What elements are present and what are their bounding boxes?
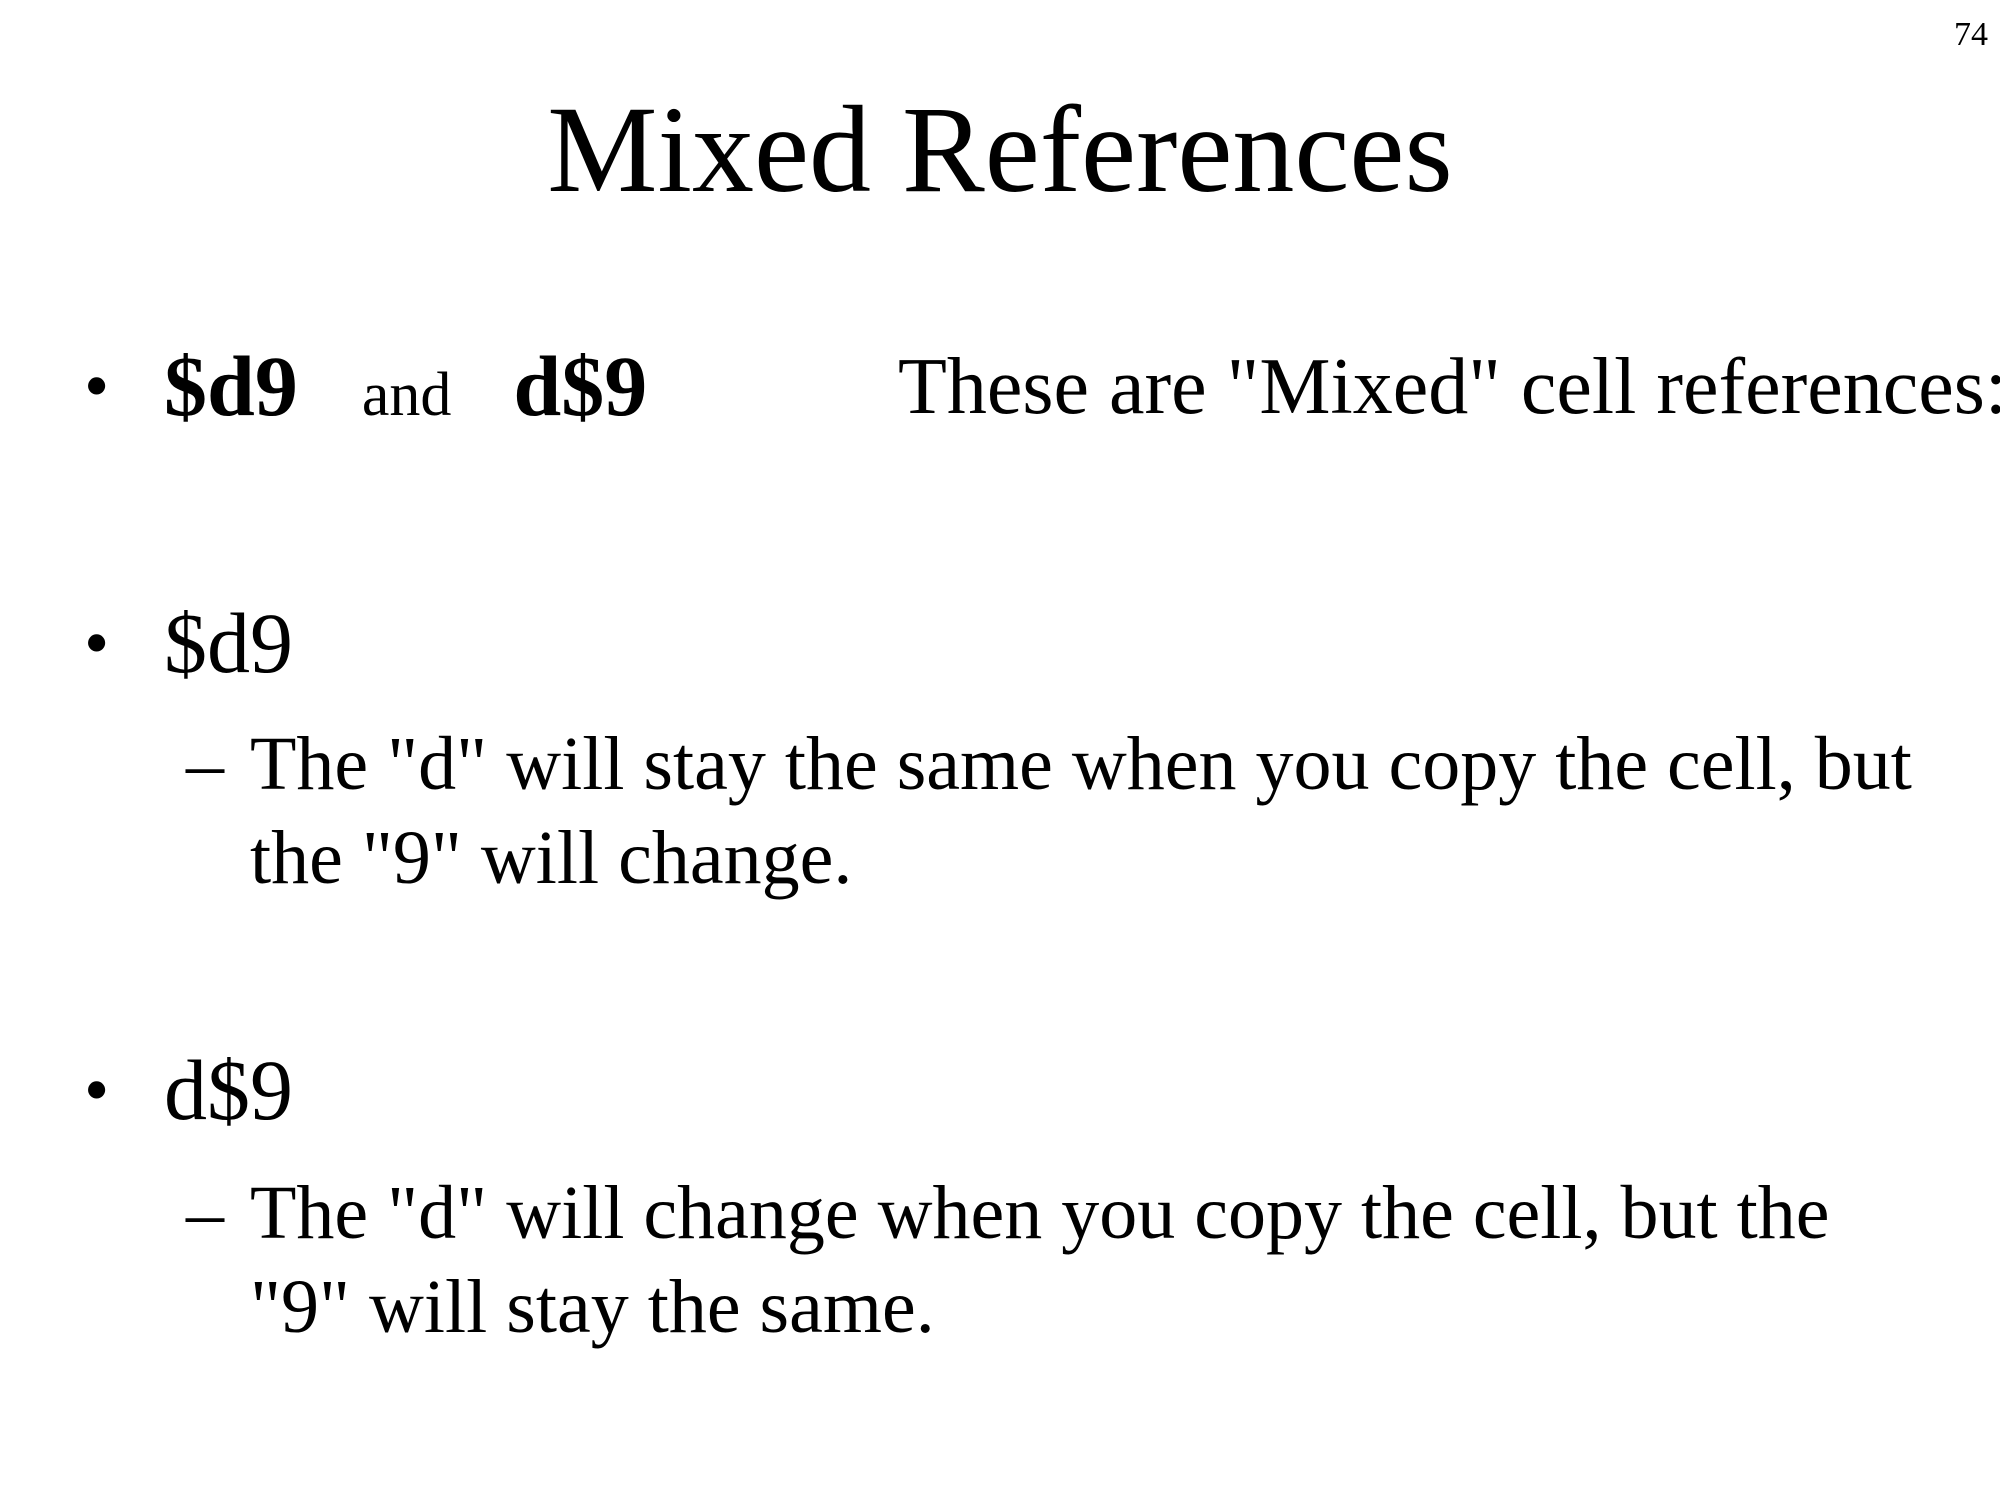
- page-number: 74: [1954, 16, 1988, 53]
- slide: 74 Mixed References • $d9 and d$9 These ar…: [0, 0, 2000, 1500]
- sub-bullet-line: the "9" will change.: [250, 816, 853, 900]
- sub-bullet-line: "9" will stay the same.: [250, 1265, 935, 1349]
- bullet-dot: •: [84, 346, 110, 426]
- bullet-label: d$9: [164, 1042, 293, 1138]
- slide-title: Mixed References: [547, 81, 1453, 218]
- bullet-text: $d9 and d$9: [164, 343, 647, 429]
- sub-bullet-dash: –: [186, 1171, 224, 1255]
- bullet-dot: •: [84, 1050, 110, 1130]
- bullet-label: $d9: [164, 595, 293, 691]
- sub-bullet-line: The "d" will change when you copy the ce…: [250, 1171, 1830, 1255]
- connector-and: and: [361, 361, 452, 429]
- sub-bullet-text: The "d" will change when you copy the ce…: [250, 1166, 1970, 1354]
- mixed-references-description: These are "Mixed" cell references:: [898, 343, 2000, 431]
- reference-d-dollar-9: d$9: [513, 338, 648, 434]
- sub-bullet-dash: –: [186, 722, 224, 806]
- bullet-dot: •: [84, 603, 110, 683]
- sub-bullet-text: The "d" will stay the same when you copy…: [250, 717, 1970, 905]
- sub-bullet-line: The "d" will stay the same when you copy…: [250, 722, 1912, 806]
- reference-dollar-d9: $d9: [164, 338, 298, 434]
